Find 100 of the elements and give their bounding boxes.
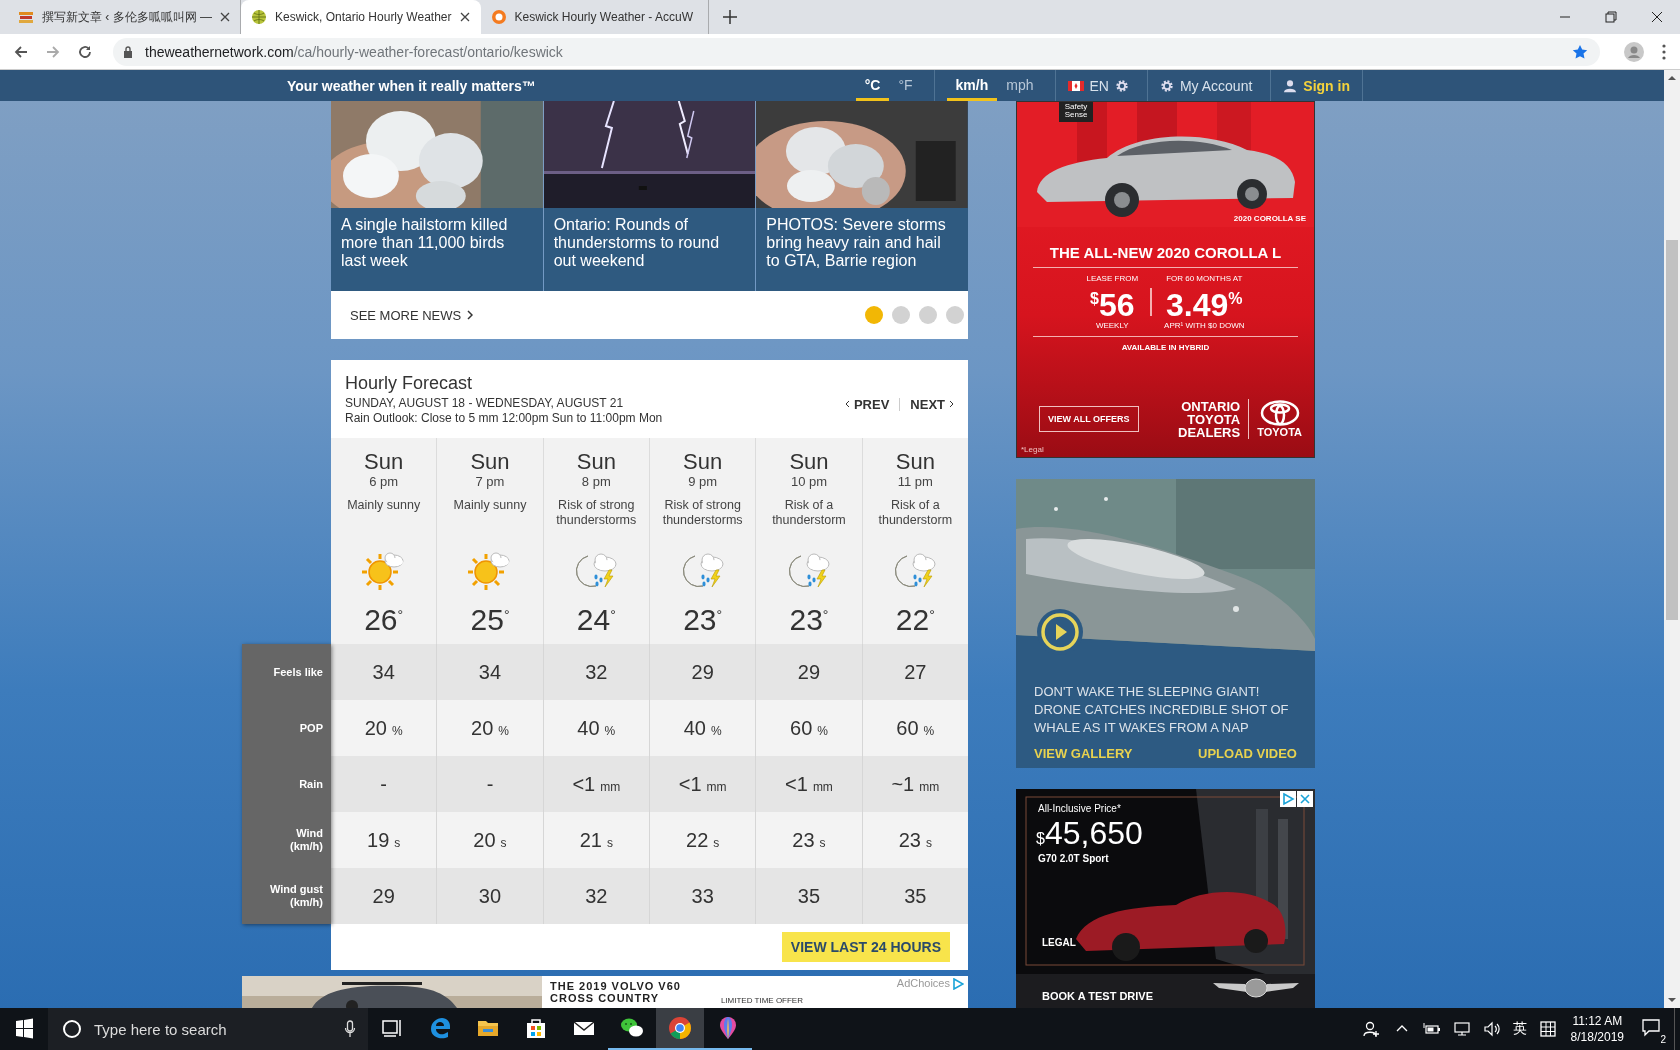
network-icon[interactable]: [1451, 1019, 1472, 1039]
video-title[interactable]: DON'T WAKE THE SLEEPING GIANT! DRONE CATCHES INCREDIBLE SHOT OF WHALE AS IT WAKES FROM A NAP: [1016, 683, 1315, 737]
next-link[interactable]: NEXT: [910, 396, 954, 412]
chevron-icon: [844, 400, 850, 408]
day-label: Sun: [788, 450, 830, 474]
taskbar-app[interactable]: [656, 1008, 704, 1050]
clock-date[interactable]: 8/18/2019: [1570, 1029, 1624, 1045]
close-icon[interactable]: [459, 12, 470, 22]
time-label: 6 pm: [368, 474, 400, 490]
ad-text: FOR 60 MONTHS AT: [1166, 274, 1243, 283]
sign-in-link[interactable]: Sign in: [1303, 77, 1350, 94]
clock-time[interactable]: 11:12 AM: [1572, 1013, 1623, 1029]
day-label: Sun: [682, 450, 724, 474]
table-cell: 21 s: [579, 828, 613, 852]
view-gallery-link[interactable]: VIEW GALLERY: [1034, 746, 1133, 761]
table-cell: 60 %: [896, 716, 935, 740]
people-icon[interactable]: [1361, 1019, 1382, 1039]
winged-logo-icon: [1211, 975, 1301, 1001]
rain-outlook: Rain Outlook: Close to 5 mm 12:00pm Sun to 11:00pm Mon: [345, 411, 664, 426]
globe-icon: [251, 9, 267, 25]
adchoices-icon[interactable]: [1280, 791, 1296, 807]
ad-offer: LIMITED TIME OFFER: [720, 996, 803, 1005]
adchoices-icon[interactable]: [952, 978, 964, 990]
legal-link[interactable]: *Legal: [1021, 445, 1044, 454]
date-range: SUNDAY, AUGUST 18 - WEDNESDAY, AUGUST 21: [345, 396, 625, 411]
condition-text: Mainly sunny: [453, 498, 527, 512]
profile-icon[interactable]: [1624, 41, 1644, 62]
temperature: 23$^{°}$: [788, 602, 830, 637]
safety-badge: Safety Sense: [1059, 102, 1093, 122]
day-label: Sun: [575, 450, 617, 474]
time-label: 10 pm: [789, 474, 829, 490]
temperature: 22$^{°}$: [894, 602, 936, 637]
temperature: 26$^{°}$: [363, 602, 405, 637]
temperature: 24$^{°}$: [575, 602, 617, 637]
ad-text: APR¹ WITH $0 DOWN: [1164, 321, 1245, 330]
legal-link[interactable]: LEGAL: [1042, 937, 1076, 948]
unit-toggle[interactable]: mph: [997, 70, 1043, 101]
table-cell: 40 %: [683, 716, 722, 740]
lock-icon: [123, 45, 133, 58]
menu-icon[interactable]: [1662, 43, 1666, 60]
settings-icon[interactable]: [1159, 78, 1174, 93]
ad-rate: 3.49$^{%}$: [1166, 286, 1243, 321]
carousel-dot[interactable]: [946, 306, 964, 324]
address-field[interactable]: theweathernetwork.com/ca/hourly-weather-forecast/ontario/keswick: [113, 37, 1600, 66]
new-tab-icon[interactable]: [722, 10, 737, 24]
ad-price: $45,650: [1036, 815, 1143, 853]
condition-text: Mainly sunny: [347, 498, 421, 512]
table-cell: 33: [691, 884, 714, 908]
car-ad[interactable]: All-Inclusive Price* $45,650 G70 2.0T Sport LEGAL BOOK A TEST DRIVE: [1016, 789, 1315, 1008]
sun-icon: [490, 9, 507, 25]
carousel-dot[interactable]: [892, 306, 910, 324]
table-cell: 22 s: [686, 828, 720, 852]
table-cell: <1 mm: [678, 772, 727, 796]
back-icon[interactable]: [13, 43, 29, 60]
table-cell: 34: [478, 660, 502, 684]
browser-tab[interactable]: Keswick, Ontario Hourly Weather: [241, 0, 481, 34]
view-last-24-hours-button[interactable]: VIEW LAST 24 HOURS: [781, 932, 950, 962]
ad-subtitle: CROSS COUNTRY: [550, 992, 661, 1004]
see-more-news-link[interactable]: SEE MORE NEWS: [350, 307, 474, 323]
user-icon: [1283, 78, 1298, 93]
search-input[interactable]: Type here to search: [92, 1019, 344, 1039]
time-label: 7 pm: [474, 474, 506, 490]
language-selector[interactable]: EN: [1089, 77, 1109, 94]
day-label: Sun: [469, 450, 511, 474]
chevron-icon: [949, 400, 954, 408]
account-link[interactable]: My Account: [1179, 77, 1253, 94]
volume-icon[interactable]: [1481, 1019, 1502, 1039]
carousel-dot[interactable]: [865, 306, 883, 324]
microphone-icon[interactable]: [344, 1020, 356, 1038]
table-cell: 29: [372, 884, 395, 908]
table-cell: 29: [691, 660, 714, 684]
condition-text: Risk of a thunderstorm: [878, 498, 953, 527]
ad-text: WEEKLY: [1095, 321, 1129, 330]
condition-text: Risk of a thunderstorm: [772, 498, 846, 527]
book-test-drive-link[interactable]: BOOK A TEST DRIVE: [1042, 990, 1154, 1002]
search-field[interactable]: Type here to search: [48, 1008, 368, 1050]
prev-link[interactable]: PREV: [844, 396, 890, 412]
ad-banner[interactable]: THE 2019 VOLVO V60 CROSS COUNTRY LIMITED TIME OFFER AdChoices: [242, 976, 968, 1008]
temperature: 23$^{°}$: [682, 602, 724, 637]
keyboard-grid-icon[interactable]: [1537, 1019, 1558, 1039]
chevron-icon: [467, 310, 474, 320]
books-icon: [18, 9, 34, 25]
carousel-dot[interactable]: [919, 306, 937, 324]
unit-toggle[interactable]: °F: [889, 70, 922, 101]
close-icon[interactable]: [220, 12, 230, 22]
notifications-icon[interactable]: [1641, 1017, 1661, 1037]
tagline: Your weather when it really matters™: [287, 77, 536, 94]
flag-icon: [1067, 80, 1084, 91]
star-icon[interactable]: [1572, 43, 1588, 60]
oval-logo-icon: [1259, 400, 1300, 426]
input-language-indicator[interactable]: 英: [1512, 1020, 1527, 1038]
table-cell: 32: [585, 660, 608, 684]
view-all-offers-button[interactable]: VIEW ALL OFFERS: [1039, 406, 1139, 432]
reload-icon[interactable]: [77, 43, 93, 60]
upload-video-link[interactable]: UPLOAD VIDEO: [1198, 746, 1297, 761]
car-ad[interactable]: [1016, 101, 1315, 458]
settings-icon[interactable]: [1114, 78, 1129, 93]
ad-caption: G70 2.0T Sport: [1038, 853, 1109, 864]
scrollbar-thumb[interactable]: [1666, 240, 1678, 620]
table-cell: <1 mm: [785, 772, 833, 796]
